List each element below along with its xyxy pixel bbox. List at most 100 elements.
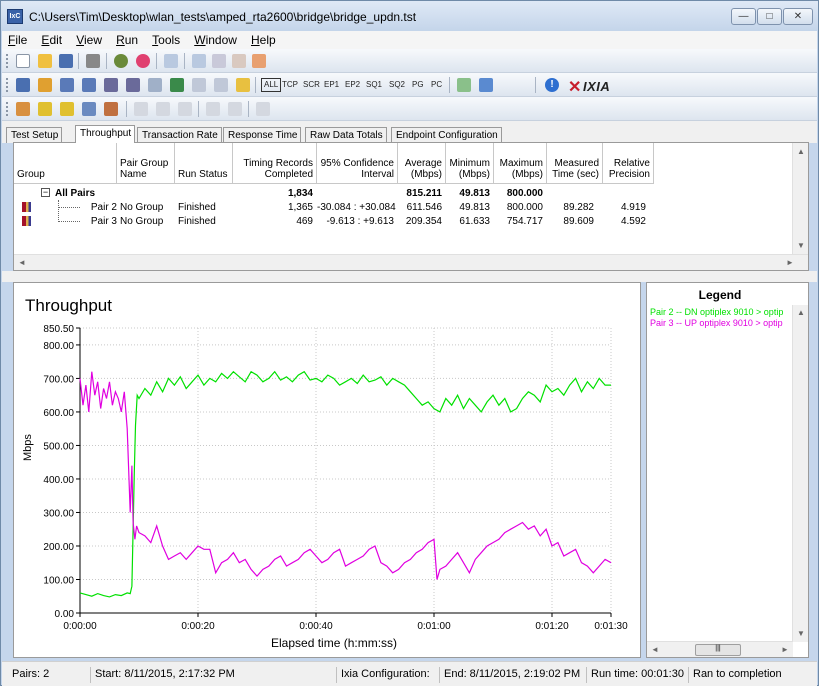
properties-icon[interactable] (252, 54, 266, 68)
minimize-button[interactable]: — (731, 8, 756, 25)
scroll-down-icon[interactable]: ▼ (797, 241, 805, 250)
menu-tools[interactable]: Tools (146, 31, 185, 47)
group-pairs-icon[interactable] (16, 102, 30, 116)
results-horizontal-scrollbar[interactable]: ◄ ► (14, 254, 808, 270)
menu-tools-rest: ools (158, 33, 181, 47)
select-pairs-icon[interactable] (82, 102, 96, 116)
scrollbar-thumb[interactable]: ||| (695, 644, 741, 656)
status-completion: Ran to completion (688, 667, 786, 683)
scroll-down-icon[interactable]: ▼ (797, 629, 805, 638)
legend-panel: Legend Pair 2 -- DN optiplex 9010 > opti… (646, 282, 809, 658)
toolbar-grip[interactable] (6, 54, 9, 68)
legend-horizontal-scrollbar[interactable]: ◄ ||| ► (647, 641, 793, 657)
edit-view-icon[interactable] (148, 78, 162, 92)
timing-view-icon[interactable] (104, 78, 118, 92)
column-header-relative-precision[interactable]: Relative Precision (603, 143, 654, 184)
info-view-icon[interactable] (236, 78, 250, 92)
legend-vertical-scrollbar[interactable]: ▲ ▼ (792, 305, 808, 642)
export-icon[interactable] (479, 78, 493, 92)
graph-view-icon[interactable] (170, 78, 184, 92)
close-button[interactable]: ✕ (783, 8, 813, 25)
summary-row[interactable]: − All Pairs 1,834 815.211 49.813 800.000 (14, 187, 654, 200)
sort-descending-icon[interactable] (60, 102, 74, 116)
sort-view-icon[interactable] (214, 78, 228, 92)
legend-item-pair-2[interactable]: Pair 2 -- DN optiplex 9010 > optip (650, 307, 793, 317)
menu-file[interactable]: File (2, 31, 32, 47)
protocol-filter-ep1[interactable]: EP1 (324, 80, 339, 89)
tab-raw-data-totals[interactable]: Raw Data Totals (305, 127, 387, 143)
scroll-left-icon[interactable]: ◄ (18, 258, 26, 267)
protocol-filter-pc[interactable]: PC (431, 80, 442, 89)
results-vertical-scrollbar[interactable]: ▲ ▼ (792, 143, 808, 255)
tab-test-setup[interactable]: Test Setup (6, 127, 63, 143)
tab-throughput[interactable]: Throughput (75, 125, 136, 143)
tab-response-time[interactable]: Response Time (223, 127, 302, 143)
column-header-average[interactable]: Average (Mbps) (398, 143, 446, 184)
info-icon[interactable]: ! (545, 78, 559, 92)
table-row[interactable]: Pair 3 No Group Finished 469 -9.613 : +9… (14, 215, 654, 228)
refresh-icon[interactable] (457, 78, 471, 92)
protocol-filter-pg[interactable]: PG (412, 80, 424, 89)
protocol-filter-sq2[interactable]: SQ2 (389, 80, 405, 89)
run-wizard-icon[interactable] (114, 54, 128, 68)
protocol-filter-all[interactable]: ALL (261, 78, 282, 92)
menu-window[interactable]: Window (188, 31, 242, 47)
toolbar-grip[interactable] (6, 78, 9, 92)
menu-view[interactable]: View (70, 31, 107, 47)
table-row[interactable]: Pair 2 No Group Finished 1,365 -30.084 :… (14, 201, 654, 214)
action-toolbar (2, 97, 817, 121)
results-table: Group Pair Group Name Run Status Timing … (13, 142, 809, 271)
copy-icon[interactable] (164, 54, 178, 68)
protocol-filter-sq1[interactable]: SQ1 (366, 80, 382, 89)
paste-icon[interactable] (212, 54, 226, 68)
menu-edit-rest: dit (49, 33, 63, 47)
column-header-maximum[interactable]: Maximum (Mbps) (494, 143, 547, 184)
scroll-right-icon[interactable]: ► (786, 258, 794, 267)
endpoint-view-icon[interactable] (60, 78, 74, 92)
column-header-group[interactable]: Group (14, 143, 117, 184)
maximize-button[interactable]: □ (757, 8, 782, 25)
protocol-filter-tcp[interactable]: TCP (282, 80, 298, 89)
print-icon[interactable] (86, 54, 100, 68)
tab-endpoint-configuration[interactable]: Endpoint Configuration (391, 127, 502, 143)
collapse-icon[interactable]: − (41, 188, 50, 197)
pair-name: Pair 3 (90, 216, 117, 227)
save-icon[interactable] (59, 54, 73, 68)
pane-splitter[interactable] (2, 271, 817, 282)
sort-ascending-icon[interactable] (38, 102, 52, 116)
summary-minimum: 49.813 (459, 188, 490, 199)
column-header-run-status[interactable]: Run Status (175, 143, 233, 184)
group-view-icon[interactable] (38, 78, 52, 92)
title-bar[interactable]: IxC C:\Users\Tim\Desktop\wlan_tests\ampe… (1, 1, 818, 31)
window-title: C:\Users\Tim\Desktop\wlan_tests\amped_rt… (29, 10, 417, 24)
script-view-icon[interactable] (82, 78, 96, 92)
stop-icon[interactable] (136, 54, 150, 68)
toolbar-grip[interactable] (6, 102, 9, 116)
tab-transaction-rate[interactable]: Transaction Rate (137, 127, 222, 143)
legend-item-pair-3[interactable]: Pair 3 -- UP optiplex 9010 > optip (650, 318, 793, 328)
column-header-pair-group-name[interactable]: Pair Group Name (117, 143, 175, 184)
column-header-timing-records[interactable]: Timing Records Completed (233, 143, 317, 184)
data-view-icon[interactable] (126, 78, 140, 92)
filter-pairs-icon[interactable] (104, 102, 118, 116)
scroll-right-icon[interactable]: ► (781, 645, 789, 654)
scroll-up-icon[interactable]: ▲ (797, 308, 805, 317)
add-pair-icon[interactable] (192, 54, 206, 68)
delete-icon[interactable] (232, 54, 246, 68)
column-header-measured-time[interactable]: Measured Time (sec) (547, 143, 603, 184)
filter-view-icon[interactable] (192, 78, 206, 92)
scroll-left-icon[interactable]: ◄ (651, 645, 659, 654)
new-file-icon[interactable] (16, 54, 30, 68)
protocol-filter-ep2[interactable]: EP2 (345, 80, 360, 89)
protocol-filter-scr[interactable]: SCR (303, 80, 320, 89)
disabled-tool-icon (134, 102, 148, 116)
pair-view-icon[interactable] (16, 78, 30, 92)
menu-help[interactable]: Help (245, 31, 281, 47)
column-header-minimum[interactable]: Minimum (Mbps) (446, 143, 494, 184)
column-header-confidence-interval[interactable]: 95% Confidence Interval (317, 143, 398, 184)
menu-edit[interactable]: Edit (35, 31, 67, 47)
pair-icon (22, 202, 31, 212)
scroll-up-icon[interactable]: ▲ (797, 147, 805, 156)
open-folder-icon[interactable] (38, 54, 52, 68)
menu-run[interactable]: Run (110, 31, 143, 47)
